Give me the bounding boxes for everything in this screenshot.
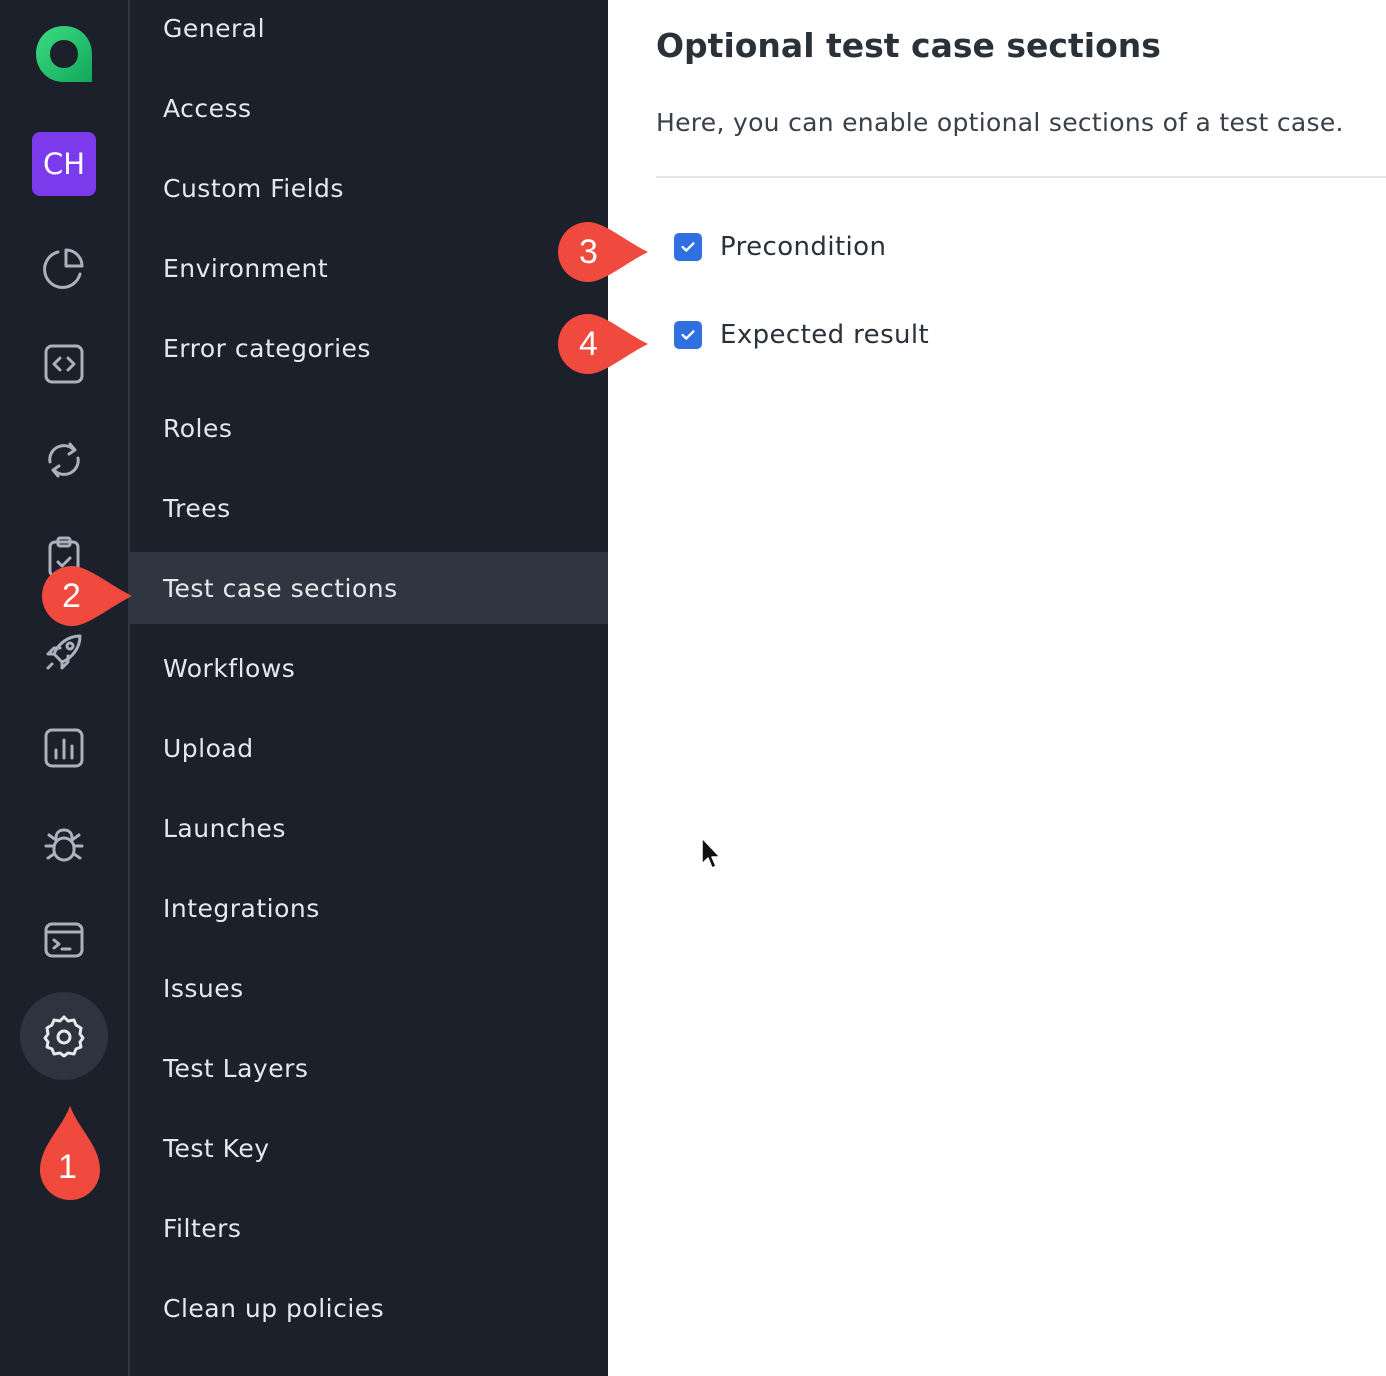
menu-item-custom-fields[interactable]: Custom Fields — [130, 152, 608, 224]
menu-item-test-case-sections[interactable]: Test case sections — [130, 552, 608, 624]
bug-icon[interactable] — [32, 812, 96, 876]
option-expected-result[interactable]: Expected result — [674, 320, 929, 350]
menu-item-clean-up-policies[interactable]: Clean up policies — [130, 1272, 608, 1344]
menu-item-trees[interactable]: Trees — [130, 472, 608, 544]
menu-item-label: Issues — [163, 973, 244, 1003]
callout-number: 3 — [579, 233, 598, 271]
menu-item-environment[interactable]: Environment — [130, 232, 608, 304]
menu-item-general[interactable]: General — [130, 0, 608, 64]
marker-pointer-icon — [558, 222, 648, 282]
check-icon — [681, 330, 695, 340]
menu-item-issues[interactable]: Issues — [130, 952, 608, 1024]
menu-item-label: Filters — [163, 1213, 242, 1243]
bar-chart-icon[interactable] — [32, 716, 96, 780]
menu-item-label: General — [163, 13, 266, 43]
divider — [656, 176, 1386, 178]
menu-item-filters[interactable]: Filters — [130, 1192, 608, 1264]
menu-item-roles[interactable]: Roles — [130, 392, 608, 464]
callout-marker-2: 2 — [38, 564, 134, 628]
menu-item-label: Integrations — [163, 893, 320, 923]
callout-number: 1 — [58, 1148, 77, 1186]
mouse-cursor-icon — [700, 836, 724, 876]
callout-marker-3: 3 — [554, 220, 650, 284]
menu-item-label: Clean up policies — [163, 1293, 385, 1323]
menu-item-test-layers[interactable]: Test Layers — [130, 1032, 608, 1104]
check-icon — [681, 242, 695, 252]
settings-menu: General Access Custom Fields Environment… — [130, 0, 608, 1376]
menu-item-workflows[interactable]: Workflows — [130, 632, 608, 704]
page-description: Here, you can enable optional sections o… — [656, 108, 1344, 137]
menu-item-upload[interactable]: Upload — [130, 712, 608, 784]
menu-item-label: Custom Fields — [163, 173, 344, 203]
menu-item-label: Access — [163, 93, 252, 123]
settings-button[interactable] — [20, 992, 108, 1080]
menu-item-label: Test case sections — [163, 573, 398, 603]
menu-item-error-categories[interactable]: Error categories — [130, 312, 608, 384]
precondition-label: Precondition — [720, 232, 887, 262]
menu-item-label: Trees — [163, 493, 231, 523]
menu-item-label: Roles — [163, 413, 233, 443]
project-avatar[interactable]: CH — [32, 132, 96, 196]
sync-icon[interactable] — [32, 428, 96, 492]
menu-item-label: Workflows — [163, 653, 296, 683]
marker-pointer-icon — [558, 314, 648, 374]
menu-item-label: Environment — [163, 253, 329, 283]
callout-marker-1: 1 — [38, 1104, 102, 1202]
main-content: Optional test case sections Here, you ca… — [608, 0, 1386, 1376]
menu-item-label: Upload — [163, 733, 254, 763]
page-title: Optional test case sections — [656, 26, 1161, 65]
code-icon[interactable] — [32, 332, 96, 396]
menu-item-label: Launches — [163, 813, 286, 843]
menu-item-label: Test Layers — [163, 1053, 309, 1083]
expected-result-checkbox[interactable] — [674, 321, 702, 349]
callout-number: 4 — [579, 325, 598, 363]
menu-item-launches[interactable]: Launches — [130, 792, 608, 864]
option-precondition[interactable]: Precondition — [674, 232, 886, 262]
callout-marker-4: 4 — [554, 312, 650, 376]
callout-number: 2 — [62, 577, 81, 615]
marker-pointer-icon — [42, 566, 132, 626]
menu-item-label: Error categories — [163, 333, 371, 363]
menu-item-test-key[interactable]: Test Key — [130, 1112, 608, 1184]
menu-item-access[interactable]: Access — [130, 72, 608, 144]
menu-item-label: Test Key — [163, 1133, 270, 1163]
precondition-checkbox[interactable] — [674, 233, 702, 261]
avatar-initials: CH — [42, 147, 86, 181]
expected-result-label: Expected result — [720, 320, 930, 350]
app-logo-icon[interactable] — [32, 22, 96, 86]
gear-icon — [43, 1015, 85, 1058]
menu-item-integrations[interactable]: Integrations — [130, 872, 608, 944]
rocket-icon[interactable] — [32, 620, 96, 684]
terminal-icon[interactable] — [32, 908, 96, 972]
pie-chart-icon[interactable] — [32, 236, 96, 300]
